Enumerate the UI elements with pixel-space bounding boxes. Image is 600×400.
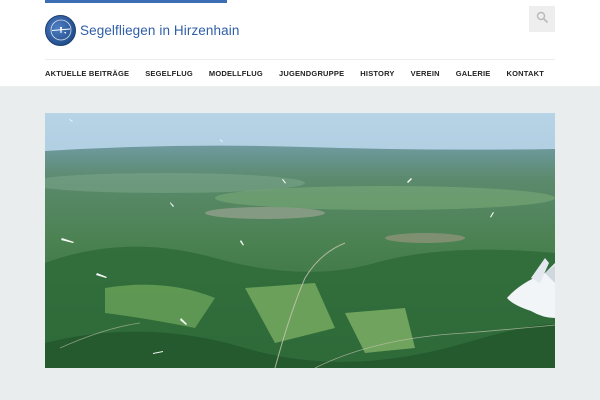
nav-item-galerie[interactable]: GALERIE (456, 69, 491, 78)
nav-item-modellflug[interactable]: MODELLFLUG (209, 69, 263, 78)
nav-item-segelflug[interactable]: SEGELFLUG (145, 69, 193, 78)
main-navigation: AKTUELLE BEITRÄGE SEGELFLUG MODELLFLUG J… (45, 60, 555, 86)
site-logo-link[interactable]: Segelfliegen in Hirzenhain (45, 14, 239, 46)
nav-item-jugendgruppe[interactable]: JUGENDGRUPPE (279, 69, 344, 78)
nav-item-verein[interactable]: VEREIN (411, 69, 440, 78)
accent-bar (45, 0, 227, 3)
search-icon (536, 10, 548, 28)
site-header: Segelfliegen in Hirzenhain AKTUELLE BEIT… (0, 0, 600, 86)
aerial-landscape-image (45, 113, 555, 368)
hero-image[interactable] (45, 113, 555, 368)
nav-item-kontakt[interactable]: KONTAKT (507, 69, 545, 78)
search-button[interactable] (529, 6, 555, 32)
glider-emblem-icon (45, 14, 76, 46)
nav-item-history[interactable]: HISTORY (360, 69, 394, 78)
site-title: Segelfliegen in Hirzenhain (80, 22, 240, 38)
nav-item-aktuelle-beitraege[interactable]: AKTUELLE BEITRÄGE (45, 69, 129, 78)
